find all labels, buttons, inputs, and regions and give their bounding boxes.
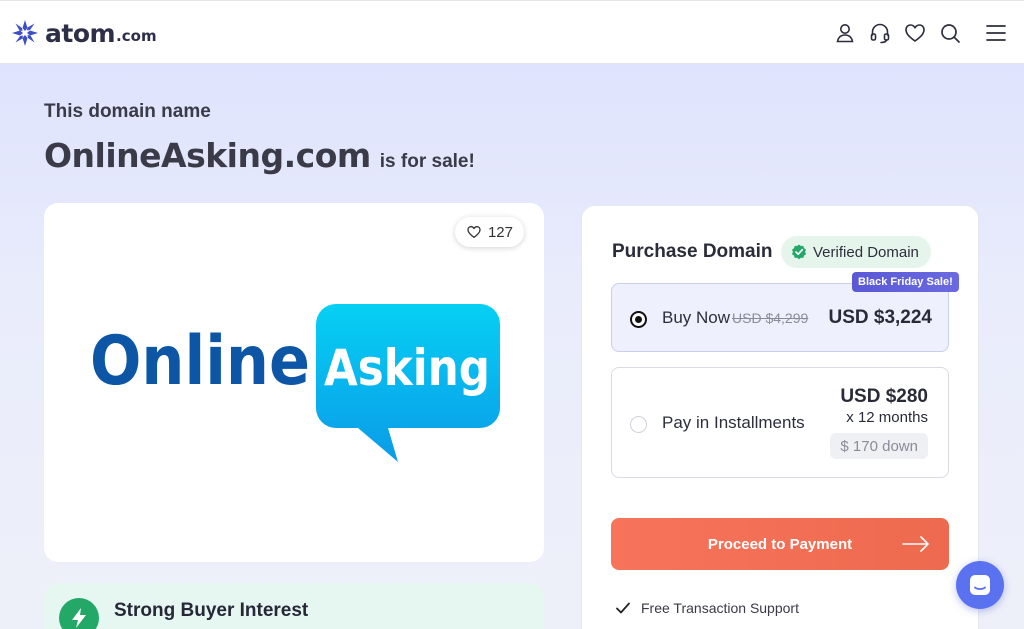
checkmark-icon xyxy=(616,602,630,614)
buy-now-radio[interactable] xyxy=(630,311,647,328)
original-price: USD $4,299 xyxy=(732,310,809,326)
domain-name-title: OnlineAsking.com xyxy=(44,136,371,175)
proceed-to-payment-button[interactable]: Proceed to Payment xyxy=(611,518,949,570)
verified-domain-label: Verified Domain xyxy=(813,243,919,261)
verified-check-icon xyxy=(792,244,806,260)
menu-icon[interactable] xyxy=(984,21,1008,45)
heart-icon[interactable] xyxy=(903,21,927,45)
buy-now-option[interactable]: Buy Now USD $4,299 USD $3,224 xyxy=(611,283,949,352)
site-header: atom .com xyxy=(0,0,1024,64)
purchase-title: Purchase Domain xyxy=(612,241,773,262)
installment-months: x 12 months xyxy=(846,409,928,426)
like-button[interactable]: 127 xyxy=(454,217,524,247)
heart-outline-icon xyxy=(467,226,481,238)
like-count: 127 xyxy=(487,223,513,241)
atom-logo-icon xyxy=(12,20,38,46)
eyebrow-text: This domain name xyxy=(44,101,211,122)
down-payment-badge: $ 170 down xyxy=(830,433,928,459)
free-support-label: Free Transaction Support xyxy=(641,600,799,616)
chat-widget-button[interactable] xyxy=(956,561,1004,609)
verified-domain-badge: Verified Domain xyxy=(781,236,931,268)
proceed-label: Proceed to Payment xyxy=(707,535,853,553)
buyer-interest-title: Strong Buyer Interest xyxy=(114,600,309,621)
user-icon[interactable] xyxy=(833,21,857,45)
chat-icon xyxy=(970,575,990,595)
page-title: OnlineAsking.com is for sale! xyxy=(44,136,475,175)
for-sale-text: is for sale! xyxy=(379,151,475,172)
brand-word-asking: Asking xyxy=(324,339,490,397)
buy-now-label: Buy Now xyxy=(662,308,731,327)
brand-word-online: Online xyxy=(90,322,310,401)
domain-brand-logo: Online Asking xyxy=(90,304,500,462)
domain-logo-card: 127 Online Asking xyxy=(44,203,544,562)
atom-logo[interactable]: atom .com xyxy=(11,17,157,49)
logo-wordmark: atom xyxy=(45,18,116,48)
free-support-feature: Free Transaction Support xyxy=(615,600,799,616)
installments-option[interactable]: Pay in Installments USD $280 x 12 months… xyxy=(611,367,949,478)
installments-radio[interactable] xyxy=(630,416,647,433)
search-icon[interactable] xyxy=(938,21,962,45)
black-friday-sale-tag: Black Friday Sale! xyxy=(852,272,959,292)
installment-price: USD $280 xyxy=(840,386,928,407)
lightning-icon xyxy=(59,598,99,629)
headset-icon[interactable] xyxy=(868,21,892,45)
buy-now-price: USD $3,224 xyxy=(828,307,932,328)
arrow-right-icon xyxy=(902,536,929,552)
logo-tld: .com xyxy=(116,27,157,45)
buyer-interest-card: Strong Buyer Interest xyxy=(44,583,544,629)
installments-label: Pay in Installments xyxy=(662,413,805,432)
